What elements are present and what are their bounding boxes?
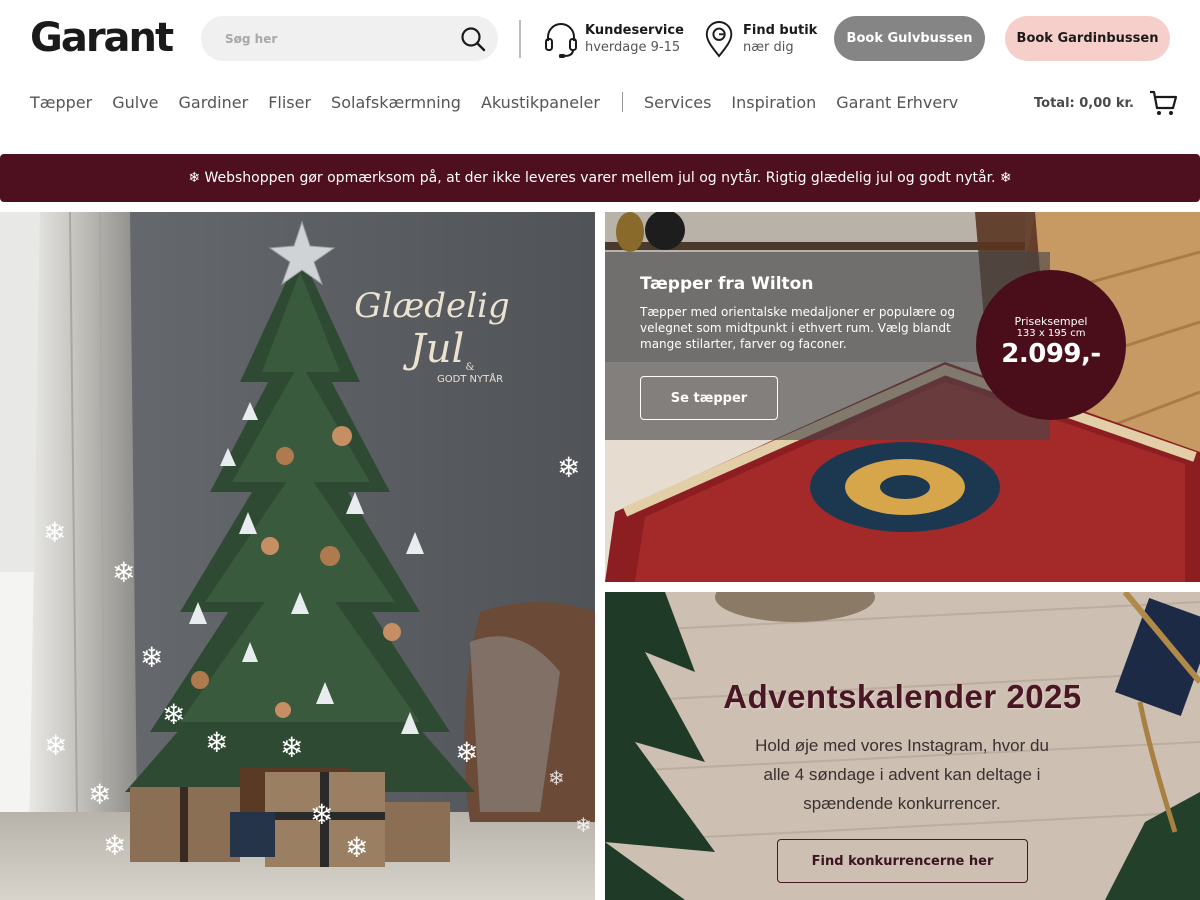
advent-title: Adventskalender 2025 [723,678,1082,715]
svg-text:❄: ❄ [345,831,368,864]
headset-icon [545,23,577,58]
nav-item-garant-erhverv[interactable]: Garant Erhverv [836,93,958,112]
se-taepper-button[interactable]: Se tæpper [640,376,778,420]
advent-calendar-card[interactable]: Adventskalender 2025 Hold øje med vores … [605,592,1200,900]
nav-item-akustikpaneler[interactable]: Akustikpaneler [481,93,600,112]
svg-text:❄: ❄ [162,698,185,731]
svg-text:❄: ❄ [455,736,478,769]
kundeservice-title: Kundeservice [585,23,684,38]
svg-text:❄: ❄ [44,729,67,762]
garant-logo[interactable]: Garant [30,16,180,60]
find-butik-title: Find butik [743,23,818,38]
kundeservice-link[interactable]: Kundeservice hverdage 9-15 [543,18,684,60]
find-butik-link[interactable]: Find butik nær dig [703,18,817,60]
nav-item-taepper[interactable]: Tæpper [30,93,92,112]
cart-total: Total: 0,00 kr. [1034,95,1134,111]
wilton-title: Tæpper fra Wilton [640,274,814,294]
svg-text:❄: ❄ [548,766,565,790]
svg-text:❄: ❄ [112,556,135,589]
header-divider [519,20,521,58]
greeting-line2: Jul [403,326,465,372]
search-icon[interactable] [460,26,486,52]
search-input[interactable] [201,16,451,61]
greeting-line3: GODT NYTÅR [437,372,503,385]
christmas-hero-image[interactable]: Glædelig Jul & GODT NYTÅR ❄ ❄ ❄ ❄ ❄ ❄ ❄ … [0,212,595,900]
svg-text:❄: ❄ [103,829,126,862]
search-box [201,16,498,61]
logo-text: Garant [30,15,174,61]
svg-text:❄: ❄ [310,798,333,831]
svg-text:❄: ❄ [205,726,228,759]
greeting-line1: Glædelig [354,286,509,326]
nav-item-gardiner[interactable]: Gardiner [179,93,249,112]
book-gardinbussen-button[interactable]: Book Gardinbussen [1005,16,1170,61]
nav-separator [621,92,623,112]
site-header: Garant Kundeservice hverdage 9-15 Fin [0,0,1200,150]
location-pin-icon [705,21,733,58]
main-nav: Tæpper Gulve Gardiner Fliser Solafskærmn… [30,90,978,114]
svg-text:❄: ❄ [575,813,592,837]
svg-text:❄: ❄ [43,516,66,549]
nav-item-solafskaermning[interactable]: Solafskærmning [331,93,461,112]
wilton-description: Tæpper med orientalske medaljoner er pop… [640,305,955,351]
notice-text: ❄ Webshoppen gør opmærksom på, at der ik… [188,170,1012,186]
svg-text:❄: ❄ [88,778,111,811]
cart[interactable]: Total: 0,00 kr. [1034,88,1178,118]
greeting-amp: & [466,362,475,373]
svg-text:❄: ❄ [280,731,303,764]
find-konkurrencerne-button[interactable]: Find konkurrencerne her [777,839,1028,883]
cart-icon[interactable] [1148,88,1178,118]
advent-text: Hold øje med vores Instagram, hvor du al… [755,736,1049,813]
nav-item-services[interactable]: Services [644,93,711,112]
price-size: 133 x 195 cm [1016,327,1086,339]
price-example-badge: Priseksempel 133 x 195 cm 2.099,- [976,270,1126,420]
price-value: 2.099,- [1001,338,1101,369]
book-gulvbussen-button[interactable]: Book Gulvbussen [834,16,985,61]
kundeservice-hours: hverdage 9-15 [585,40,681,55]
nav-item-inspiration[interactable]: Inspiration [731,93,816,112]
find-butik-subtitle: nær dig [743,40,794,55]
price-label: Priseksempel [1014,314,1088,328]
christmas-tree-illustration: Glædelig Jul & GODT NYTÅR ❄ ❄ ❄ ❄ ❄ ❄ ❄ … [0,212,595,900]
svg-text:❄: ❄ [140,641,163,674]
svg-text:❄: ❄ [557,451,580,484]
notice-banner: ❄ Webshoppen gør opmærksom på, at der ik… [0,154,1200,202]
nav-item-gulve[interactable]: Gulve [112,93,158,112]
wilton-promo-card[interactable]: Tæpper fra Wilton Tæpper med orientalske… [605,212,1200,582]
nav-item-fliser[interactable]: Fliser [268,93,311,112]
